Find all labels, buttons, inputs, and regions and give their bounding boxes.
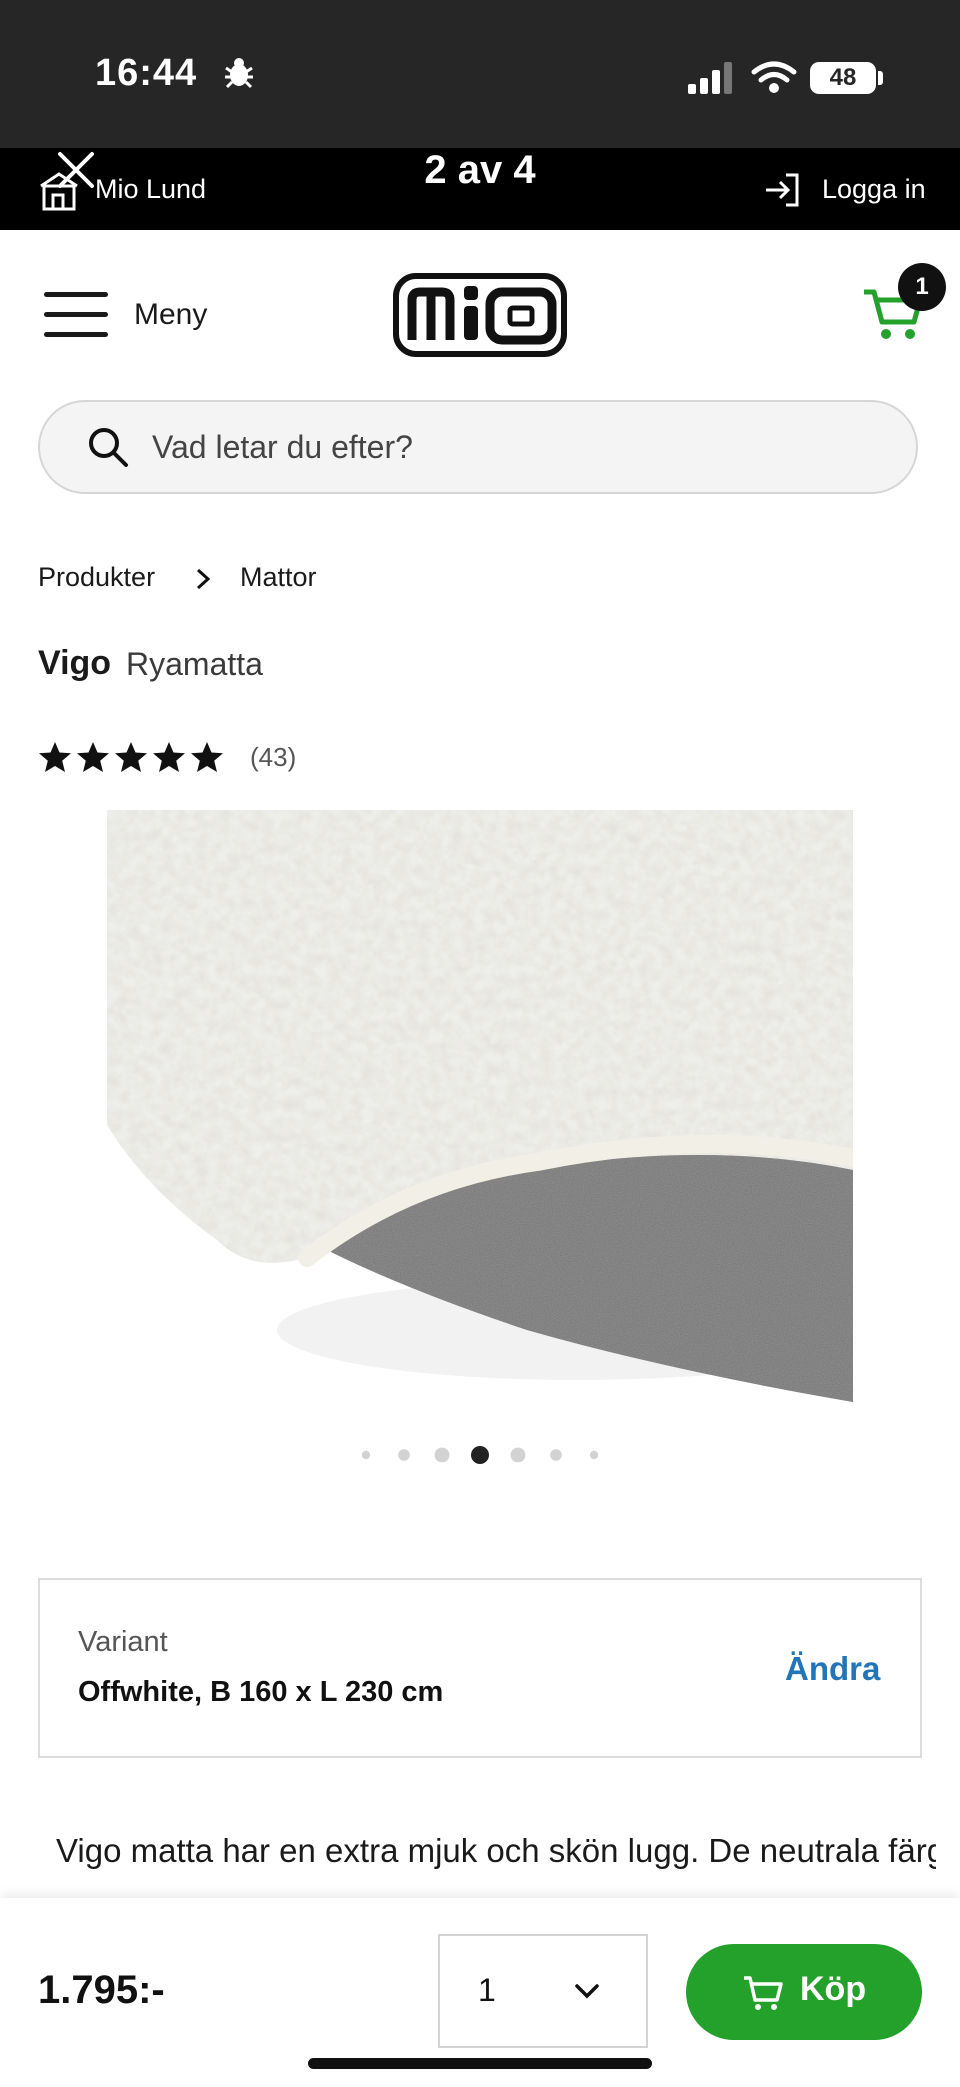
search-icon <box>89 428 128 467</box>
carousel-dot[interactable] <box>589 1450 599 1460</box>
rating-stars[interactable] <box>38 740 226 776</box>
carousel-dot[interactable] <box>361 1450 371 1460</box>
bug-icon <box>225 58 253 89</box>
login-link[interactable]: Logga in <box>822 174 926 205</box>
change-variant-link[interactable]: Ändra <box>785 1650 880 1688</box>
price: 1.795:- <box>38 1968 165 2012</box>
quantity-value: 1 <box>478 1972 496 2008</box>
login-icon[interactable] <box>764 172 802 208</box>
carousel-dot[interactable] <box>510 1447 526 1463</box>
cart-count-badge: 1 <box>898 263 946 311</box>
cart-icon <box>744 1976 783 2010</box>
carousel-dot[interactable] <box>550 1449 562 1461</box>
carousel-dot[interactable] <box>434 1447 450 1463</box>
battery-tip <box>878 71 883 85</box>
home-indicator[interactable] <box>308 2058 652 2069</box>
product-brand: Vigo <box>38 644 112 682</box>
review-count[interactable]: (43) <box>250 742 296 773</box>
mio-logo[interactable] <box>392 272 568 358</box>
product-type: Ryamatta <box>126 646 263 682</box>
carousel-dot[interactable] <box>398 1449 410 1461</box>
buy-button-label[interactable]: Köp <box>800 1970 866 2009</box>
battery-indicator: 48 <box>810 62 876 94</box>
wifi-icon <box>751 61 797 93</box>
product-image[interactable] <box>107 810 853 1402</box>
top-bar: Mio Lund 2 av 4 Logga in <box>0 148 960 230</box>
breadcrumb-produkter[interactable]: Produkter <box>38 562 155 593</box>
chevron-right-icon <box>196 568 211 590</box>
quantity-select[interactable] <box>438 1934 648 2048</box>
menu-button-label[interactable]: Meny <box>134 298 207 332</box>
close-icon[interactable] <box>52 148 100 196</box>
status-bar: 16:44 48 <box>0 0 960 148</box>
status-time: 16:44 <box>95 52 198 94</box>
chevron-down-icon <box>575 1984 599 1999</box>
breadcrumb-mattor[interactable]: Mattor <box>240 562 317 593</box>
variant-label: Variant <box>78 1626 168 1658</box>
search-input[interactable] <box>150 420 854 474</box>
signal-icon <box>688 62 732 94</box>
variant-value: Offwhite, B 160 x L 230 cm <box>78 1676 444 1708</box>
carousel-dot[interactable] <box>471 1446 489 1464</box>
carousel-dots[interactable] <box>352 1440 608 1470</box>
image-pager-label: 2 av 4 <box>424 148 536 192</box>
store-name[interactable]: Mio Lund <box>95 174 206 205</box>
menu-icon[interactable] <box>44 292 108 338</box>
